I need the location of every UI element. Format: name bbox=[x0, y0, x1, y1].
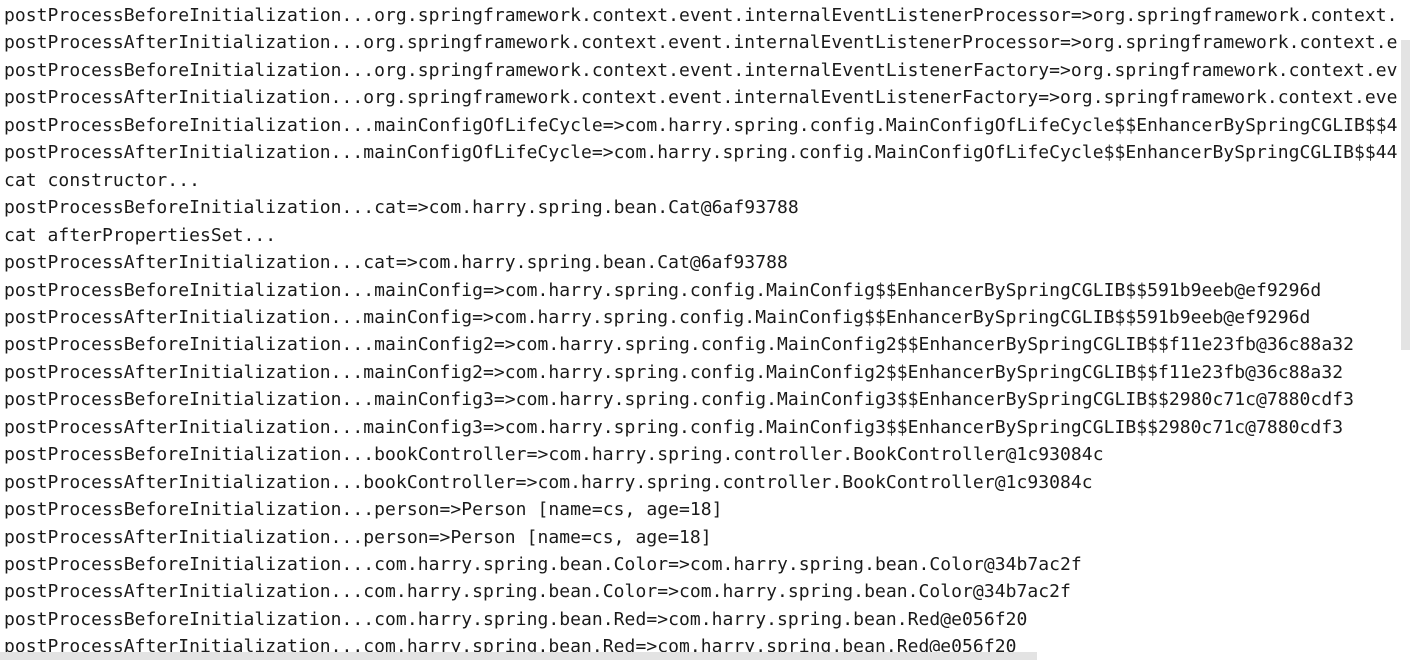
console-line: postProcessBeforeInitialization...cat=>c… bbox=[4, 197, 799, 219]
console-line: postProcessAfterInitialization...cat=>co… bbox=[4, 252, 788, 274]
console-line: postProcessBeforeInitialization...mainCo… bbox=[4, 389, 1354, 411]
console-line: postProcessAfterInitialization...mainCon… bbox=[4, 416, 1344, 438]
console-line: postProcessAfterInitialization...com.har… bbox=[4, 636, 1017, 652]
console-line: postProcessBeforeInitialization...org.sp… bbox=[4, 5, 1398, 26]
console-line: postProcessAfterInitialization...mainCon… bbox=[4, 361, 1344, 383]
console-line: postProcessAfterInitialization...com.har… bbox=[4, 581, 1071, 603]
console-line: postProcessBeforeInitialization...com.ha… bbox=[4, 608, 1028, 630]
horizontal-scrollbar[interactable] bbox=[0, 652, 1037, 660]
vertical-scrollbar[interactable] bbox=[1401, 40, 1410, 350]
console-line: postProcessAfterInitialization...org.spr… bbox=[4, 87, 1398, 109]
console-line: postProcessBeforeInitialization...org.sp… bbox=[4, 59, 1398, 81]
console-line: postProcessBeforeInitialization...mainCo… bbox=[4, 114, 1398, 136]
console-line: postProcessBeforeInitialization...mainCo… bbox=[4, 279, 1322, 301]
console-line: postProcessBeforeInitialization...person… bbox=[4, 499, 723, 521]
console-line: postProcessAfterInitialization...bookCon… bbox=[4, 471, 1093, 493]
console-output[interactable]: postProcessBeforeInitialization...org.sp… bbox=[0, 0, 1400, 652]
console-line: postProcessAfterInitialization...mainCon… bbox=[4, 306, 1311, 328]
console-line: postProcessAfterInitialization...person=… bbox=[4, 526, 712, 548]
console-line: cat constructor... bbox=[4, 169, 200, 191]
console-line: cat afterPropertiesSet... bbox=[4, 224, 277, 246]
console-line: postProcessBeforeInitialization...bookCo… bbox=[4, 444, 1104, 466]
console-line: postProcessBeforeInitialization...com.ha… bbox=[4, 554, 1082, 575]
console-line: postProcessAfterInitialization...org.spr… bbox=[4, 32, 1398, 54]
console-line: postProcessBeforeInitialization...mainCo… bbox=[4, 334, 1354, 356]
console-line: postProcessAfterInitialization...mainCon… bbox=[4, 142, 1398, 164]
